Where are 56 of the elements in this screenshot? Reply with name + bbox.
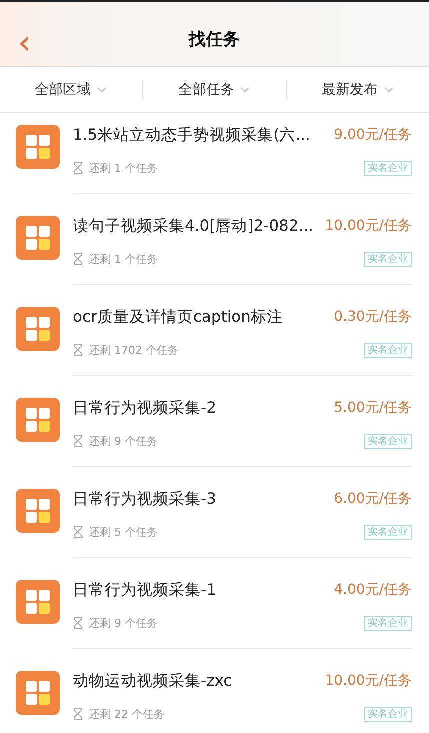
task-item[interactable]: ocr质量及详情页caption标注 0.30元/任务 还剩 1702 个任务 实名企业 (0, 285, 429, 376)
task-item[interactable]: 读句子视频采集4.0[唇动]2-082... 10.00元/任务 还剩 1 个任务 实名企业 (0, 194, 429, 285)
hourglass-icon (73, 162, 83, 174)
hourglass-icon (73, 253, 83, 265)
chevron-down-icon (97, 86, 108, 92)
task-price: 10.00元/任务 (325, 672, 412, 690)
task-title: 读句子视频采集4.0[唇动]2-082... (73, 216, 314, 236)
task-title: ocr质量及详情页caption标注 (73, 306, 283, 328)
chevron-down-icon (384, 86, 394, 92)
task-item[interactable]: 1.5米站立动态手势视频采集(六... 9.00元/任务 还剩 1 个任务 实名企业 (0, 113, 429, 194)
task-price: 10.00元/任务 (325, 217, 412, 235)
hourglass-icon (73, 526, 83, 538)
grid-icon (16, 216, 60, 260)
task-price: 9.00元/任务 (334, 126, 412, 144)
hourglass-icon (73, 344, 83, 356)
task-price: 0.30元/任务 (334, 308, 412, 326)
verified-tag: 实名企业 (364, 616, 412, 630)
verified-tag: 实名企业 (364, 252, 412, 266)
task-item[interactable]: 动物运动视频采集-zxc 10.00元/任务 还剩 22 个任务 实名企业 (0, 649, 429, 733)
task-item[interactable]: 日常行为视频采集-1 4.00元/任务 还剩 9 个任务 实名企业 (0, 558, 429, 649)
verified-tag: 实名企业 (364, 434, 412, 448)
task-title: 动物运动视频采集-zxc (73, 670, 232, 692)
task-title: 1.5米站立动态手势视频采集(六... (73, 124, 310, 146)
remaining-count: 还剩 1 个任务 (89, 252, 158, 266)
task-item[interactable]: 日常行为视频采集-2 5.00元/任务 还剩 9 个任务 实名企业 (0, 376, 429, 467)
task-item[interactable]: 日常行为视频采集-3 6.00元/任务 还剩 5 个任务 实名企业 (0, 467, 429, 558)
verified-tag: 实名企业 (364, 160, 412, 176)
task-title: 日常行为视频采集-1 (73, 580, 216, 600)
grid-icon (16, 489, 60, 533)
verified-tag: 实名企业 (364, 342, 412, 358)
filter-dropdown[interactable]: 全部任务 (143, 80, 286, 98)
grid-icon (16, 671, 60, 715)
task-price: 4.00元/任务 (334, 581, 412, 599)
remaining-count: 还剩 9 个任务 (89, 616, 158, 630)
remaining-count: 还剩 1 个任务 (89, 160, 158, 176)
verified-tag: 实名企业 (364, 706, 412, 722)
hourglass-icon (73, 708, 83, 720)
hourglass-icon (73, 435, 83, 447)
task-price: 5.00元/任务 (334, 399, 412, 417)
remaining-count: 还剩 9 个任务 (89, 434, 158, 448)
grid-icon (16, 398, 60, 442)
remaining-count: 还剩 1702 个任务 (89, 342, 179, 358)
task-title: 日常行为视频采集-2 (73, 398, 216, 418)
filter-dropdown[interactable]: 最新发布 (286, 80, 429, 98)
remaining-count: 还剩 5 个任务 (89, 524, 158, 540)
hourglass-icon (73, 617, 83, 629)
grid-icon (16, 125, 60, 169)
verified-tag: 实名企业 (364, 524, 412, 540)
remaining-count: 还剩 22 个任务 (89, 706, 165, 722)
task-price: 6.00元/任务 (334, 490, 412, 508)
task-title: 日常行为视频采集-3 (73, 488, 216, 510)
grid-icon (16, 307, 60, 351)
filter-dropdown[interactable]: 全部区域 (0, 80, 142, 98)
chevron-down-icon (240, 86, 250, 92)
grid-icon (16, 580, 60, 624)
page-title: 找任务 (189, 28, 240, 50)
